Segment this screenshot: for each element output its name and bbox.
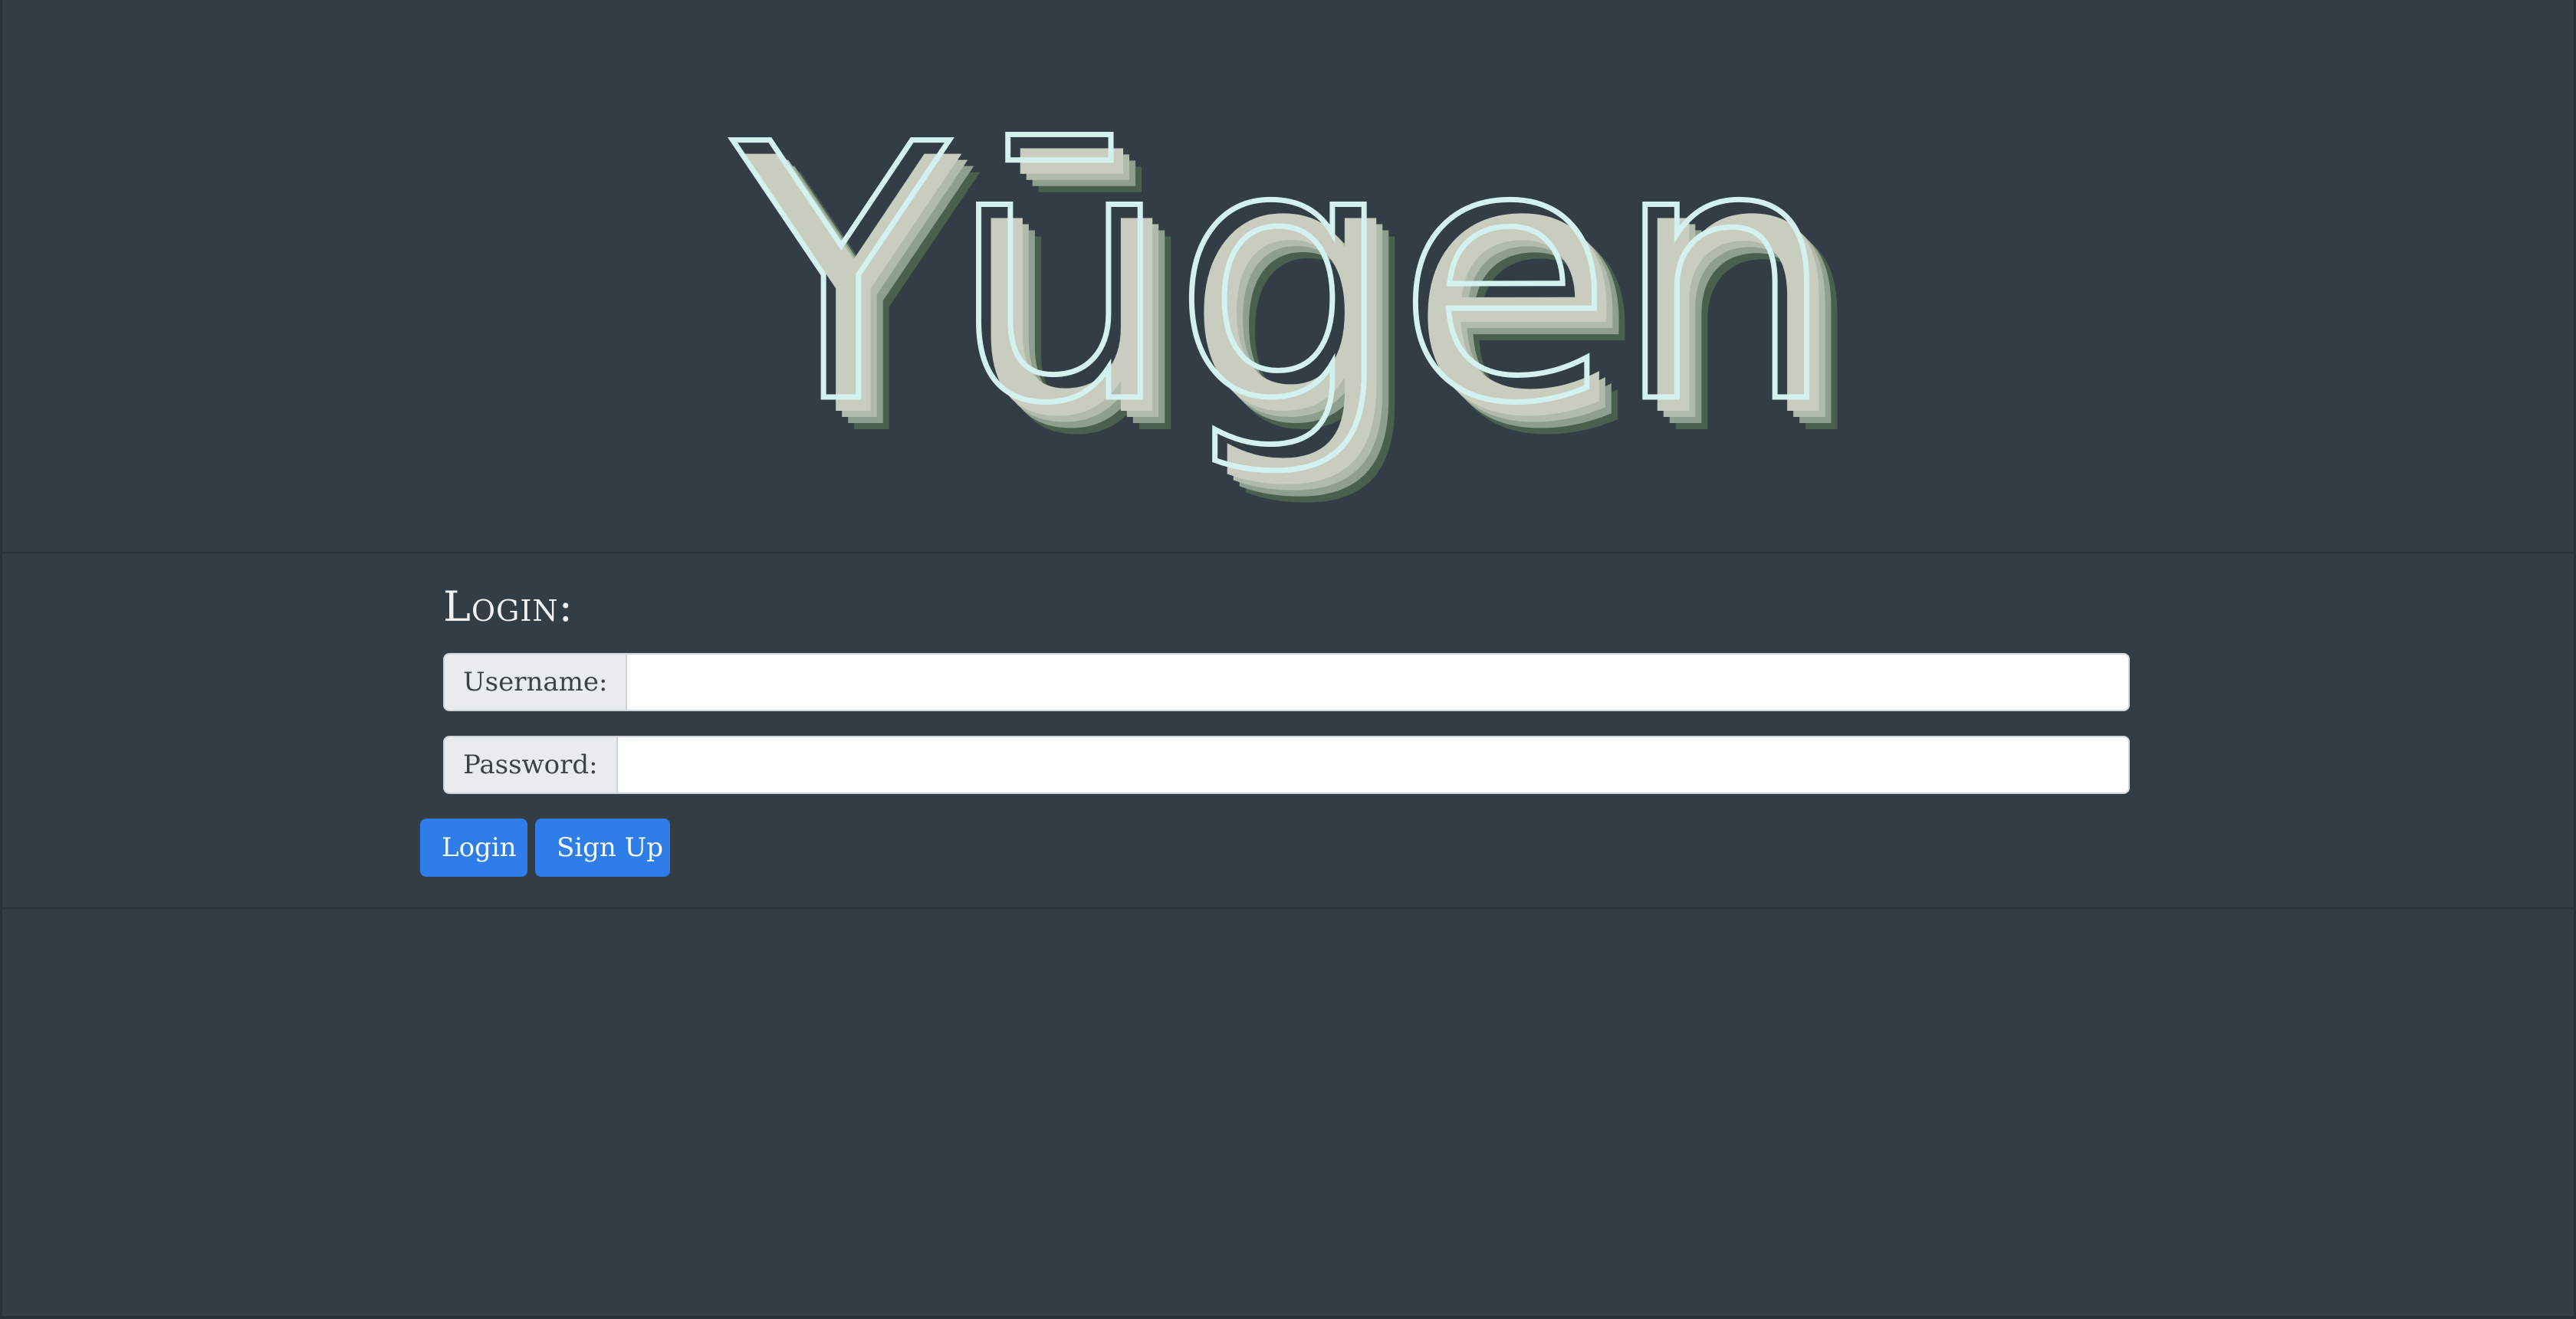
login-heading: Login:	[443, 582, 573, 631]
sign-up-button[interactable]: Sign Up	[535, 819, 670, 877]
username-input[interactable]	[627, 655, 2128, 710]
app-logo: Yūgen Yūgen Yūgen Yūgen Yūgen	[0, 107, 2576, 536]
password-label: Password:	[445, 737, 618, 792]
username-label: Username:	[445, 655, 628, 710]
logo-outline: Yūgen	[728, 107, 1836, 481]
form-divider	[0, 907, 2576, 909]
login-button[interactable]: Login	[420, 819, 527, 877]
username-input-group: Username:	[443, 653, 2130, 711]
password-input-group: Password:	[443, 736, 2130, 794]
password-input[interactable]	[617, 737, 2128, 792]
header-divider	[0, 552, 2576, 553]
